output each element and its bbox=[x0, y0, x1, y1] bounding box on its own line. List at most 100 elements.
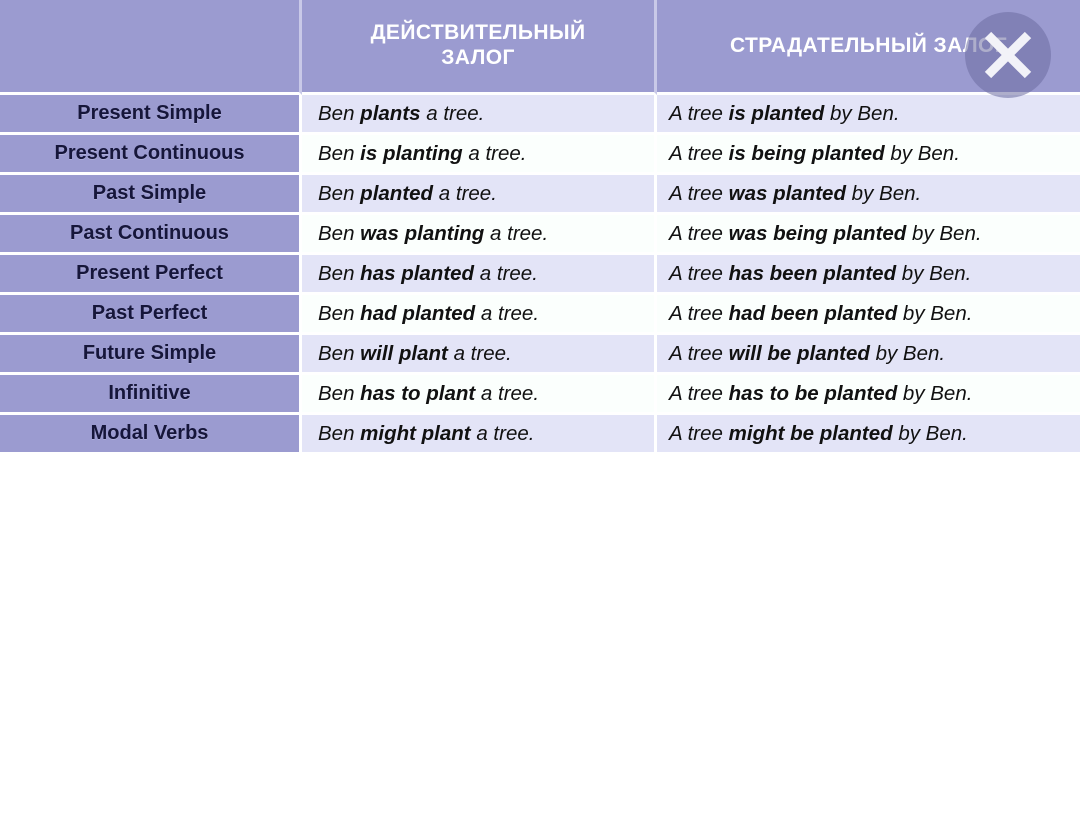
sentence-prefix: A tree bbox=[669, 142, 729, 165]
sentence-suffix: by Ben. bbox=[869, 342, 946, 365]
passive-sentence-present-perfect: A tree has been planted by Ben. bbox=[657, 255, 1080, 295]
active-sentence-present-continuous: Ben is planting a tree. bbox=[302, 135, 657, 175]
passive-sentence-infinitive: A tree has to be planted by Ben. bbox=[657, 375, 1080, 415]
sentence-suffix: by Ben. bbox=[892, 422, 968, 445]
voice-comparison-table-container: ДЕЙСТВИТЕЛЬНЫЙ ЗАЛОГ СТРАДАТЕЛЬНЫЙ ЗАЛОГ… bbox=[0, 0, 1080, 816]
tense-label-modal-verbs: Modal Verbs bbox=[0, 415, 302, 452]
sentence-suffix: a tree. bbox=[462, 142, 527, 165]
active-sentence-past-perfect: Ben had planted a tree. bbox=[302, 295, 657, 335]
active-sentence-past-continuous: Ben was planting a tree. bbox=[302, 215, 657, 255]
sentence-suffix: by Ben. bbox=[884, 142, 960, 165]
sentence-prefix: A tree bbox=[669, 302, 729, 325]
close-button[interactable] bbox=[965, 12, 1051, 98]
tense-label-future-simple: Future Simple bbox=[0, 335, 302, 375]
sentence-suffix: a tree. bbox=[474, 262, 538, 285]
active-sentence-modal-verbs: Ben might plant a tree. bbox=[302, 415, 657, 452]
table-row: Infinitive Ben has to plant a tree. A tr… bbox=[0, 375, 1080, 415]
active-sentence-present-perfect: Ben has planted a tree. bbox=[302, 255, 657, 295]
active-sentence-present-simple: Ben plants a tree. bbox=[302, 95, 657, 135]
sentence-verb: has to plant bbox=[360, 382, 476, 405]
header-cell-active-voice: ДЕЙСТВИТЕЛЬНЫЙ ЗАЛОГ bbox=[302, 0, 657, 95]
sentence-suffix: a tree. bbox=[484, 222, 549, 245]
sentence-suffix: by Ben. bbox=[906, 222, 982, 245]
sentence-prefix: A tree bbox=[669, 222, 729, 245]
passive-sentence-past-simple: A tree was planted by Ben. bbox=[657, 175, 1080, 215]
sentence-suffix: a tree. bbox=[475, 382, 540, 405]
sentence-prefix: Ben bbox=[318, 222, 361, 245]
sentence-verb: has to be planted bbox=[728, 382, 898, 405]
sentence-suffix: a tree. bbox=[470, 422, 535, 445]
sentence-verb: will be planted bbox=[728, 342, 870, 365]
table-row: Future Simple Ben will plant a tree. A t… bbox=[0, 335, 1080, 375]
sentence-prefix: A tree bbox=[669, 262, 729, 285]
sentence-verb: has been planted bbox=[728, 262, 897, 285]
sentence-verb: was planting bbox=[360, 222, 485, 245]
sentence-verb: will plant bbox=[360, 342, 448, 365]
table-row: Modal Verbs Ben might plant a tree. A tr… bbox=[0, 415, 1080, 452]
sentence-verb: is planted bbox=[728, 102, 825, 125]
table-row: Past Perfect Ben had planted a tree. A t… bbox=[0, 295, 1080, 335]
sentence-verb: had planted bbox=[360, 302, 476, 325]
sentence-suffix: by Ben. bbox=[897, 382, 973, 405]
active-sentence-infinitive: Ben has to plant a tree. bbox=[302, 375, 657, 415]
sentence-prefix: A tree bbox=[669, 382, 729, 405]
table-row: Past Simple Ben planted a tree. A tree w… bbox=[0, 175, 1080, 215]
sentence-prefix: Ben bbox=[318, 142, 361, 165]
tense-label-present-perfect: Present Perfect bbox=[0, 255, 302, 295]
sentence-verb: was planted bbox=[728, 182, 846, 205]
sentence-verb: planted bbox=[360, 182, 434, 205]
table-row: Present Simple Ben plants a tree. A tree… bbox=[0, 95, 1080, 135]
active-sentence-past-simple: Ben planted a tree. bbox=[302, 175, 657, 215]
table-row: Past Continuous Ben was planting a tree.… bbox=[0, 215, 1080, 255]
sentence-verb: was being planted bbox=[728, 222, 907, 245]
passive-sentence-future-simple: A tree will be planted by Ben. bbox=[657, 335, 1080, 375]
sentence-prefix: Ben bbox=[318, 262, 361, 285]
sentence-verb: plants bbox=[360, 102, 421, 125]
sentence-suffix: a tree. bbox=[475, 302, 540, 325]
table-header: ДЕЙСТВИТЕЛЬНЫЙ ЗАЛОГ СТРАДАТЕЛЬНЫЙ ЗАЛОГ bbox=[0, 0, 1080, 95]
sentence-prefix: A tree bbox=[669, 422, 729, 445]
tense-label-present-simple: Present Simple bbox=[0, 95, 302, 135]
sentence-prefix: Ben bbox=[318, 102, 361, 125]
passive-sentence-present-continuous: A tree is being planted by Ben. bbox=[657, 135, 1080, 175]
sentence-suffix: a tree. bbox=[447, 342, 512, 365]
table-body: Present Simple Ben plants a tree. A tree… bbox=[0, 95, 1080, 452]
close-x-icon[interactable] bbox=[965, 12, 1051, 98]
sentence-prefix: A tree bbox=[669, 102, 729, 125]
sentence-verb: is planting bbox=[360, 142, 463, 165]
active-passive-voice-table: ДЕЙСТВИТЕЛЬНЫЙ ЗАЛОГ СТРАДАТЕЛЬНЫЙ ЗАЛОГ… bbox=[0, 0, 1080, 452]
sentence-prefix: Ben bbox=[318, 182, 361, 205]
sentence-suffix: by Ben. bbox=[824, 102, 900, 125]
bottom-white-strip bbox=[0, 798, 1080, 816]
sentence-verb: might plant bbox=[360, 422, 471, 445]
sentence-suffix: by Ben. bbox=[896, 262, 972, 285]
header-cell-tense bbox=[0, 0, 302, 95]
table-row: Present Perfect Ben has planted a tree. … bbox=[0, 255, 1080, 295]
sentence-prefix: A tree bbox=[669, 182, 729, 205]
sentence-verb: might be planted bbox=[728, 422, 893, 445]
active-sentence-future-simple: Ben will plant a tree. bbox=[302, 335, 657, 375]
header-row: ДЕЙСТВИТЕЛЬНЫЙ ЗАЛОГ СТРАДАТЕЛЬНЫЙ ЗАЛОГ bbox=[0, 0, 1080, 95]
passive-sentence-present-simple: A tree is planted by Ben. bbox=[657, 95, 1080, 135]
sentence-suffix: by Ben. bbox=[897, 302, 973, 325]
sentence-prefix: Ben bbox=[318, 382, 361, 405]
sentence-prefix: Ben bbox=[318, 302, 361, 325]
passive-sentence-modal-verbs: A tree might be planted by Ben. bbox=[657, 415, 1080, 452]
header-active-line1: ДЕЙСТВИТЕЛЬНЫЙ bbox=[370, 21, 586, 45]
tense-label-infinitive: Infinitive bbox=[0, 375, 302, 415]
table-row: Present Continuous Ben is planting a tre… bbox=[0, 135, 1080, 175]
sentence-verb: had been planted bbox=[728, 302, 898, 325]
tense-label-past-simple: Past Simple bbox=[0, 175, 302, 215]
passive-sentence-past-continuous: A tree was being planted by Ben. bbox=[657, 215, 1080, 255]
passive-sentence-past-perfect: A tree had been planted by Ben. bbox=[657, 295, 1080, 335]
sentence-suffix: a tree. bbox=[433, 182, 497, 205]
tense-label-past-perfect: Past Perfect bbox=[0, 295, 302, 335]
tense-label-past-continuous: Past Continuous bbox=[0, 215, 302, 255]
tense-label-present-continuous: Present Continuous bbox=[0, 135, 302, 175]
sentence-verb: is being planted bbox=[728, 142, 885, 165]
sentence-verb: has planted bbox=[360, 262, 475, 285]
sentence-prefix: Ben bbox=[318, 342, 361, 365]
sentence-prefix: Ben bbox=[318, 422, 361, 445]
sentence-prefix: A tree bbox=[669, 342, 729, 365]
header-active-line2: ЗАЛОГ bbox=[441, 46, 515, 69]
